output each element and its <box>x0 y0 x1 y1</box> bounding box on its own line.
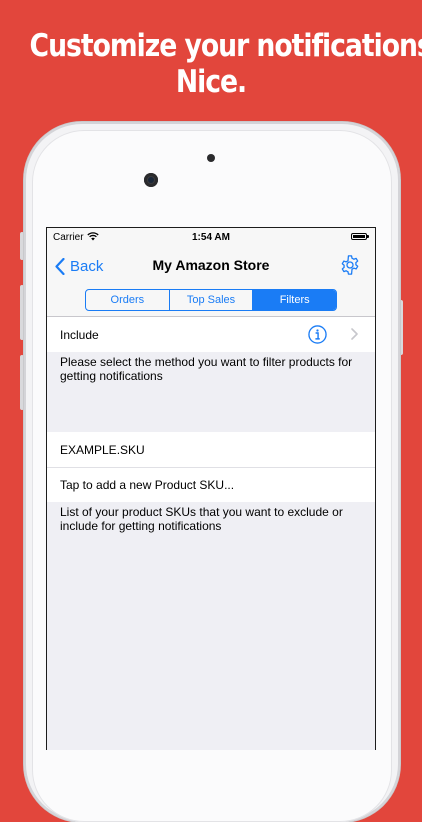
front-camera <box>144 173 158 187</box>
chevron-right-icon <box>351 328 358 343</box>
sku-label: EXAMPLE.SKU <box>60 442 145 457</box>
settings-gear-icon[interactable] <box>339 254 361 281</box>
battery-icon <box>351 233 369 240</box>
tab-orders[interactable]: Orders <box>86 290 169 310</box>
add-sku-placeholder: Tap to add a new Product SKU... <box>60 478 235 492</box>
status-bar: Carrier 1:54 AM <box>47 228 375 248</box>
page-title: My Amazon Store <box>152 257 270 273</box>
proximity-sensor <box>207 154 215 162</box>
phone-screen: Carrier 1:54 AM Back My Amazon Store Ord… <box>46 227 376 750</box>
segment-bar: Orders Top Sales Filters <box>47 284 375 317</box>
info-icon[interactable] <box>308 325 327 347</box>
segmented-control: Orders Top Sales Filters <box>85 289 337 311</box>
add-sku-row[interactable]: Tap to add a new Product SKU... <box>47 467 375 502</box>
sku-row[interactable]: EXAMPLE.SKU <box>47 432 375 467</box>
sku-list-footer: List of your product SKUs that you want … <box>60 505 343 533</box>
tab-filters[interactable]: Filters <box>252 290 336 310</box>
promo-headline: Customize your notifications. Nice. <box>29 28 422 100</box>
navigation-bar: Back My Amazon Store <box>47 248 375 284</box>
filter-method-label: Include <box>60 327 99 342</box>
status-time: 1:54 AM <box>192 232 230 243</box>
headline-line-2: Nice. <box>175 64 247 100</box>
tab-top-sales[interactable]: Top Sales <box>168 290 253 310</box>
filter-method-footer: Please select the method you want to fil… <box>60 355 353 383</box>
headline-line-1: Customize your notifications. <box>29 28 422 64</box>
filter-method-row[interactable]: Include <box>47 317 375 352</box>
